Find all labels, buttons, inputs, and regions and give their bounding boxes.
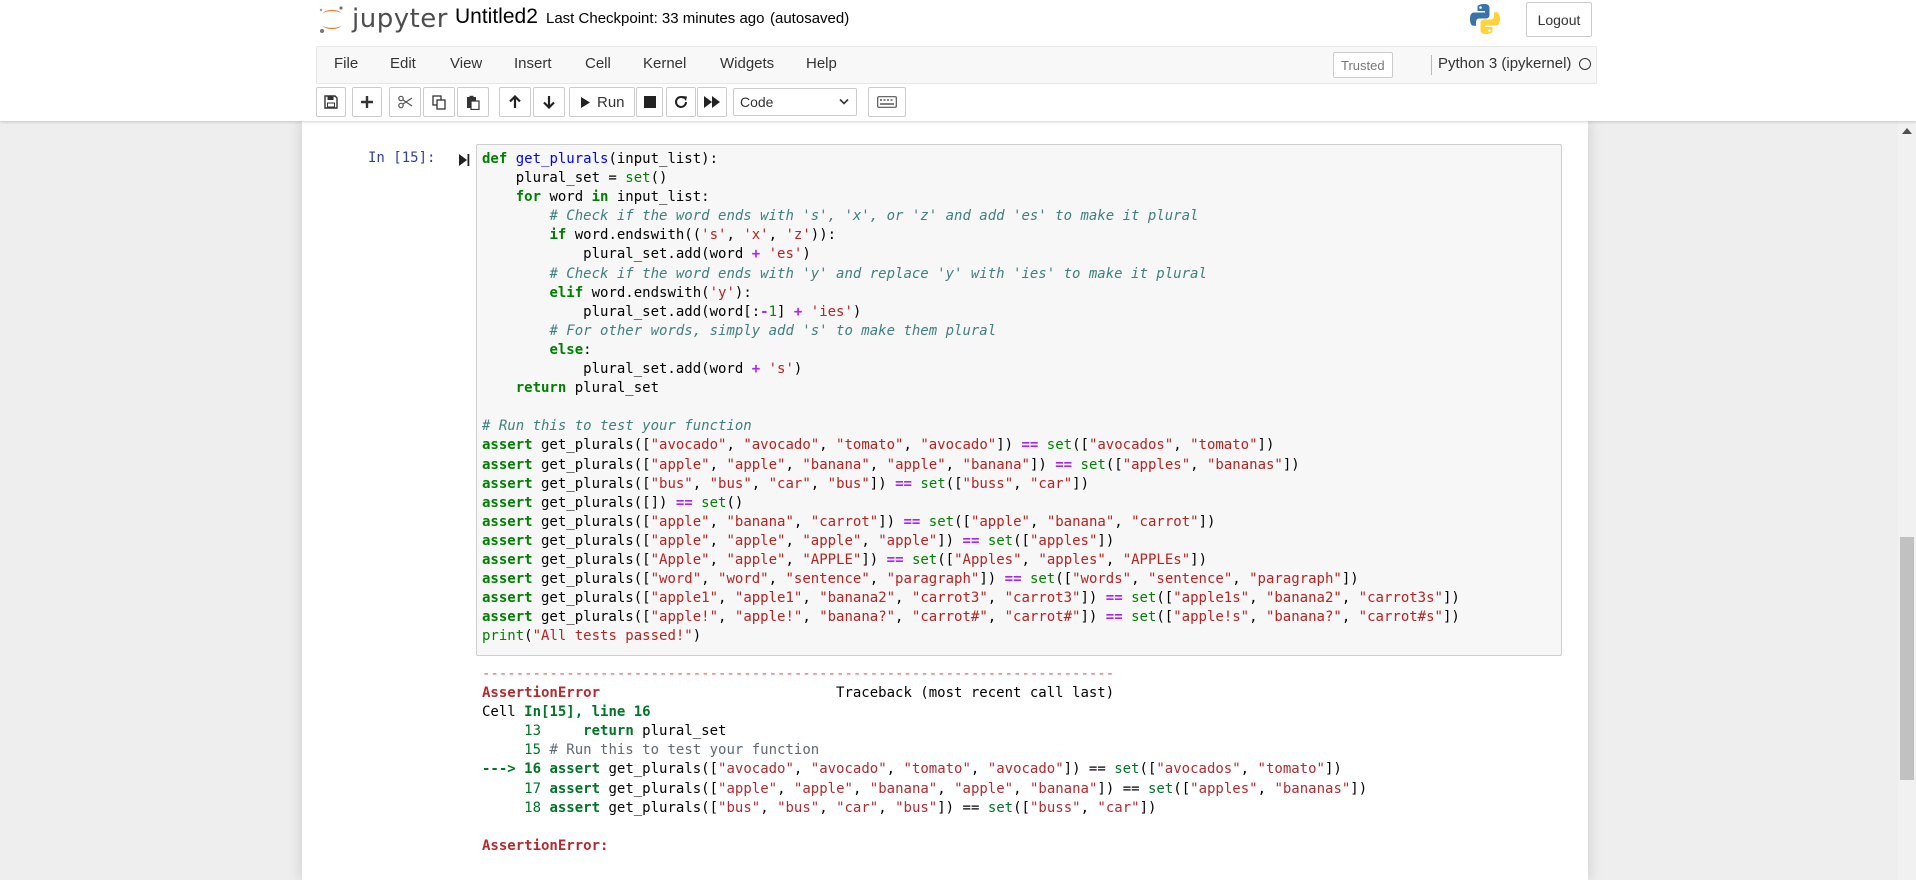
run-label: Run [597, 93, 625, 111]
menubar: File Edit View Insert Cell Kernel Widget… [316, 46, 1597, 84]
code-line[interactable]: assert get_plurals(["apple", "apple", "b… [482, 456, 1460, 475]
code-line[interactable]: assert get_plurals(["avocado", "avocado"… [482, 436, 1460, 455]
cell-prompt: In [15]: [368, 150, 436, 166]
code-line[interactable]: def get_plurals(input_list): [482, 150, 1460, 169]
keyboard-icon [877, 96, 897, 108]
code-line[interactable]: print("All tests passed!") [482, 627, 1460, 646]
interrupt-button[interactable] [636, 87, 663, 117]
menu-file[interactable]: File [334, 55, 358, 72]
cut-icon [397, 95, 412, 109]
code-line[interactable]: assert get_plurals(["apple", "banana", "… [482, 513, 1460, 532]
fast-forward-icon [704, 96, 720, 108]
code-line[interactable]: assert get_plurals(["apple!", "apple!", … [482, 608, 1460, 627]
menu-view[interactable]: View [450, 55, 482, 72]
restart-icon [675, 96, 687, 108]
paste-button[interactable] [457, 87, 489, 117]
logout-button[interactable]: Logout [1526, 2, 1592, 37]
save-icon [324, 95, 338, 109]
restart-kernel-button[interactable] [666, 87, 696, 117]
save-button[interactable] [316, 87, 346, 117]
plus-icon [361, 96, 373, 108]
autosave-status: (autosaved) [770, 10, 850, 27]
python-logo-icon [1468, 2, 1502, 41]
code-line[interactable]: assert get_plurals(["Apple", "apple", "A… [482, 551, 1460, 570]
menu-edit[interactable]: Edit [390, 55, 416, 72]
cell-output-traceback: ----------------------------------------… [482, 665, 1367, 856]
code-line[interactable]: # Check if the word ends with 'y' and re… [482, 265, 1460, 284]
menu-kernel[interactable]: Kernel [643, 55, 686, 72]
code-line[interactable]: assert get_plurals([]) == set() [482, 494, 1460, 513]
code-line[interactable]: assert get_plurals(["apple", "apple", "a… [482, 532, 1460, 551]
paste-icon [467, 95, 480, 110]
output-line: 17 assert get_plurals(["apple", "apple",… [524, 780, 1368, 797]
kernel-divider [1431, 55, 1432, 75]
play-icon [581, 96, 590, 108]
code-line[interactable]: plural_set.add(word[:-1] + 'ies') [482, 303, 1460, 322]
move-up-button[interactable] [499, 87, 531, 117]
code-line[interactable]: return plural_set [482, 379, 1460, 398]
code-line[interactable]: assert get_plurals(["word", "word", "sen… [482, 570, 1460, 589]
run-button[interactable]: Run [569, 87, 635, 117]
code-line[interactable]: plural_set = set() [482, 169, 1460, 188]
output-line: 18 assert get_plurals(["bus", "bus", "ca… [524, 799, 1157, 816]
output-line: ---> 16 assert get_plurals(["avocado", "… [482, 761, 1342, 778]
menu-help[interactable]: Help [806, 55, 837, 72]
output-line: AssertionError: [482, 837, 617, 854]
code-line[interactable]: plural_set.add(word + 's') [482, 360, 1460, 379]
page-scrollbar[interactable] [1898, 121, 1916, 880]
code-line[interactable] [482, 398, 1460, 417]
command-palette-button[interactable] [868, 87, 906, 117]
copy-icon [432, 94, 446, 110]
cell-type-select[interactable]: Code [733, 88, 857, 116]
cut-button[interactable] [389, 87, 421, 117]
code-line[interactable]: assert get_plurals(["bus", "bus", "car",… [482, 475, 1460, 494]
output-line: ----------------------------------------… [482, 666, 1115, 682]
code-line[interactable]: # Run this to test your function [482, 417, 1460, 436]
kernel-name[interactable]: Python 3 (ipykernel) [1438, 55, 1571, 72]
code-line[interactable]: plural_set.add(word + 'es') [482, 245, 1460, 264]
logo-text: jupyter [352, 4, 448, 34]
jupyter-logo-icon [319, 6, 343, 33]
trusted-badge[interactable]: Trusted [1333, 52, 1393, 78]
code-line[interactable]: # For other words, simply add 's' to mak… [482, 322, 1460, 341]
scrollbar-thumb[interactable] [1900, 537, 1914, 780]
notebook-name[interactable]: Untitled2 [455, 5, 538, 29]
code-line[interactable]: elif word.endswith('y'): [482, 284, 1460, 303]
output-line: AssertionError Traceback (most recent ca… [482, 685, 1115, 702]
menu-cell[interactable]: Cell [585, 55, 611, 72]
output-line: 15 # Run this to test your function [524, 742, 820, 759]
jupyter-logo[interactable]: jupyter [318, 4, 448, 34]
insert-cell-button[interactable] [352, 87, 382, 117]
cell-type-value: Code [740, 94, 774, 110]
move-down-button[interactable] [533, 87, 565, 117]
header: jupyter Untitled2 Last Checkpoint: 33 mi… [0, 0, 1916, 121]
chevron-down-icon [839, 98, 849, 105]
code-editor[interactable]: def get_plurals(input_list): plural_set … [482, 150, 1460, 646]
code-line[interactable]: assert get_plurals(["apple1", "apple1", … [482, 589, 1460, 608]
step-run-icon[interactable] [458, 153, 470, 167]
menu-insert[interactable]: Insert [514, 55, 552, 72]
copy-button[interactable] [423, 87, 455, 117]
code-line[interactable]: for word in input_list: [482, 188, 1460, 207]
stop-icon [643, 96, 656, 108]
kernel-idle-indicator-icon [1579, 58, 1591, 70]
code-line[interactable]: else: [482, 341, 1460, 360]
output-line: 13 return plural_set [524, 723, 727, 740]
output-line: Cell In[15], line 16 [482, 704, 651, 721]
restart-run-all-button[interactable] [697, 87, 727, 117]
menu-widgets[interactable]: Widgets [720, 55, 774, 72]
checkpoint-status: Last Checkpoint: 33 minutes ago [546, 10, 765, 27]
arrow-down-icon [543, 96, 555, 109]
code-line[interactable]: # Check if the word ends with 's', 'x', … [482, 207, 1460, 226]
code-line[interactable]: if word.endswith(('s', 'x', 'z')): [482, 226, 1460, 245]
arrow-up-icon [509, 95, 521, 108]
scroll-up-icon[interactable] [1902, 127, 1912, 135]
